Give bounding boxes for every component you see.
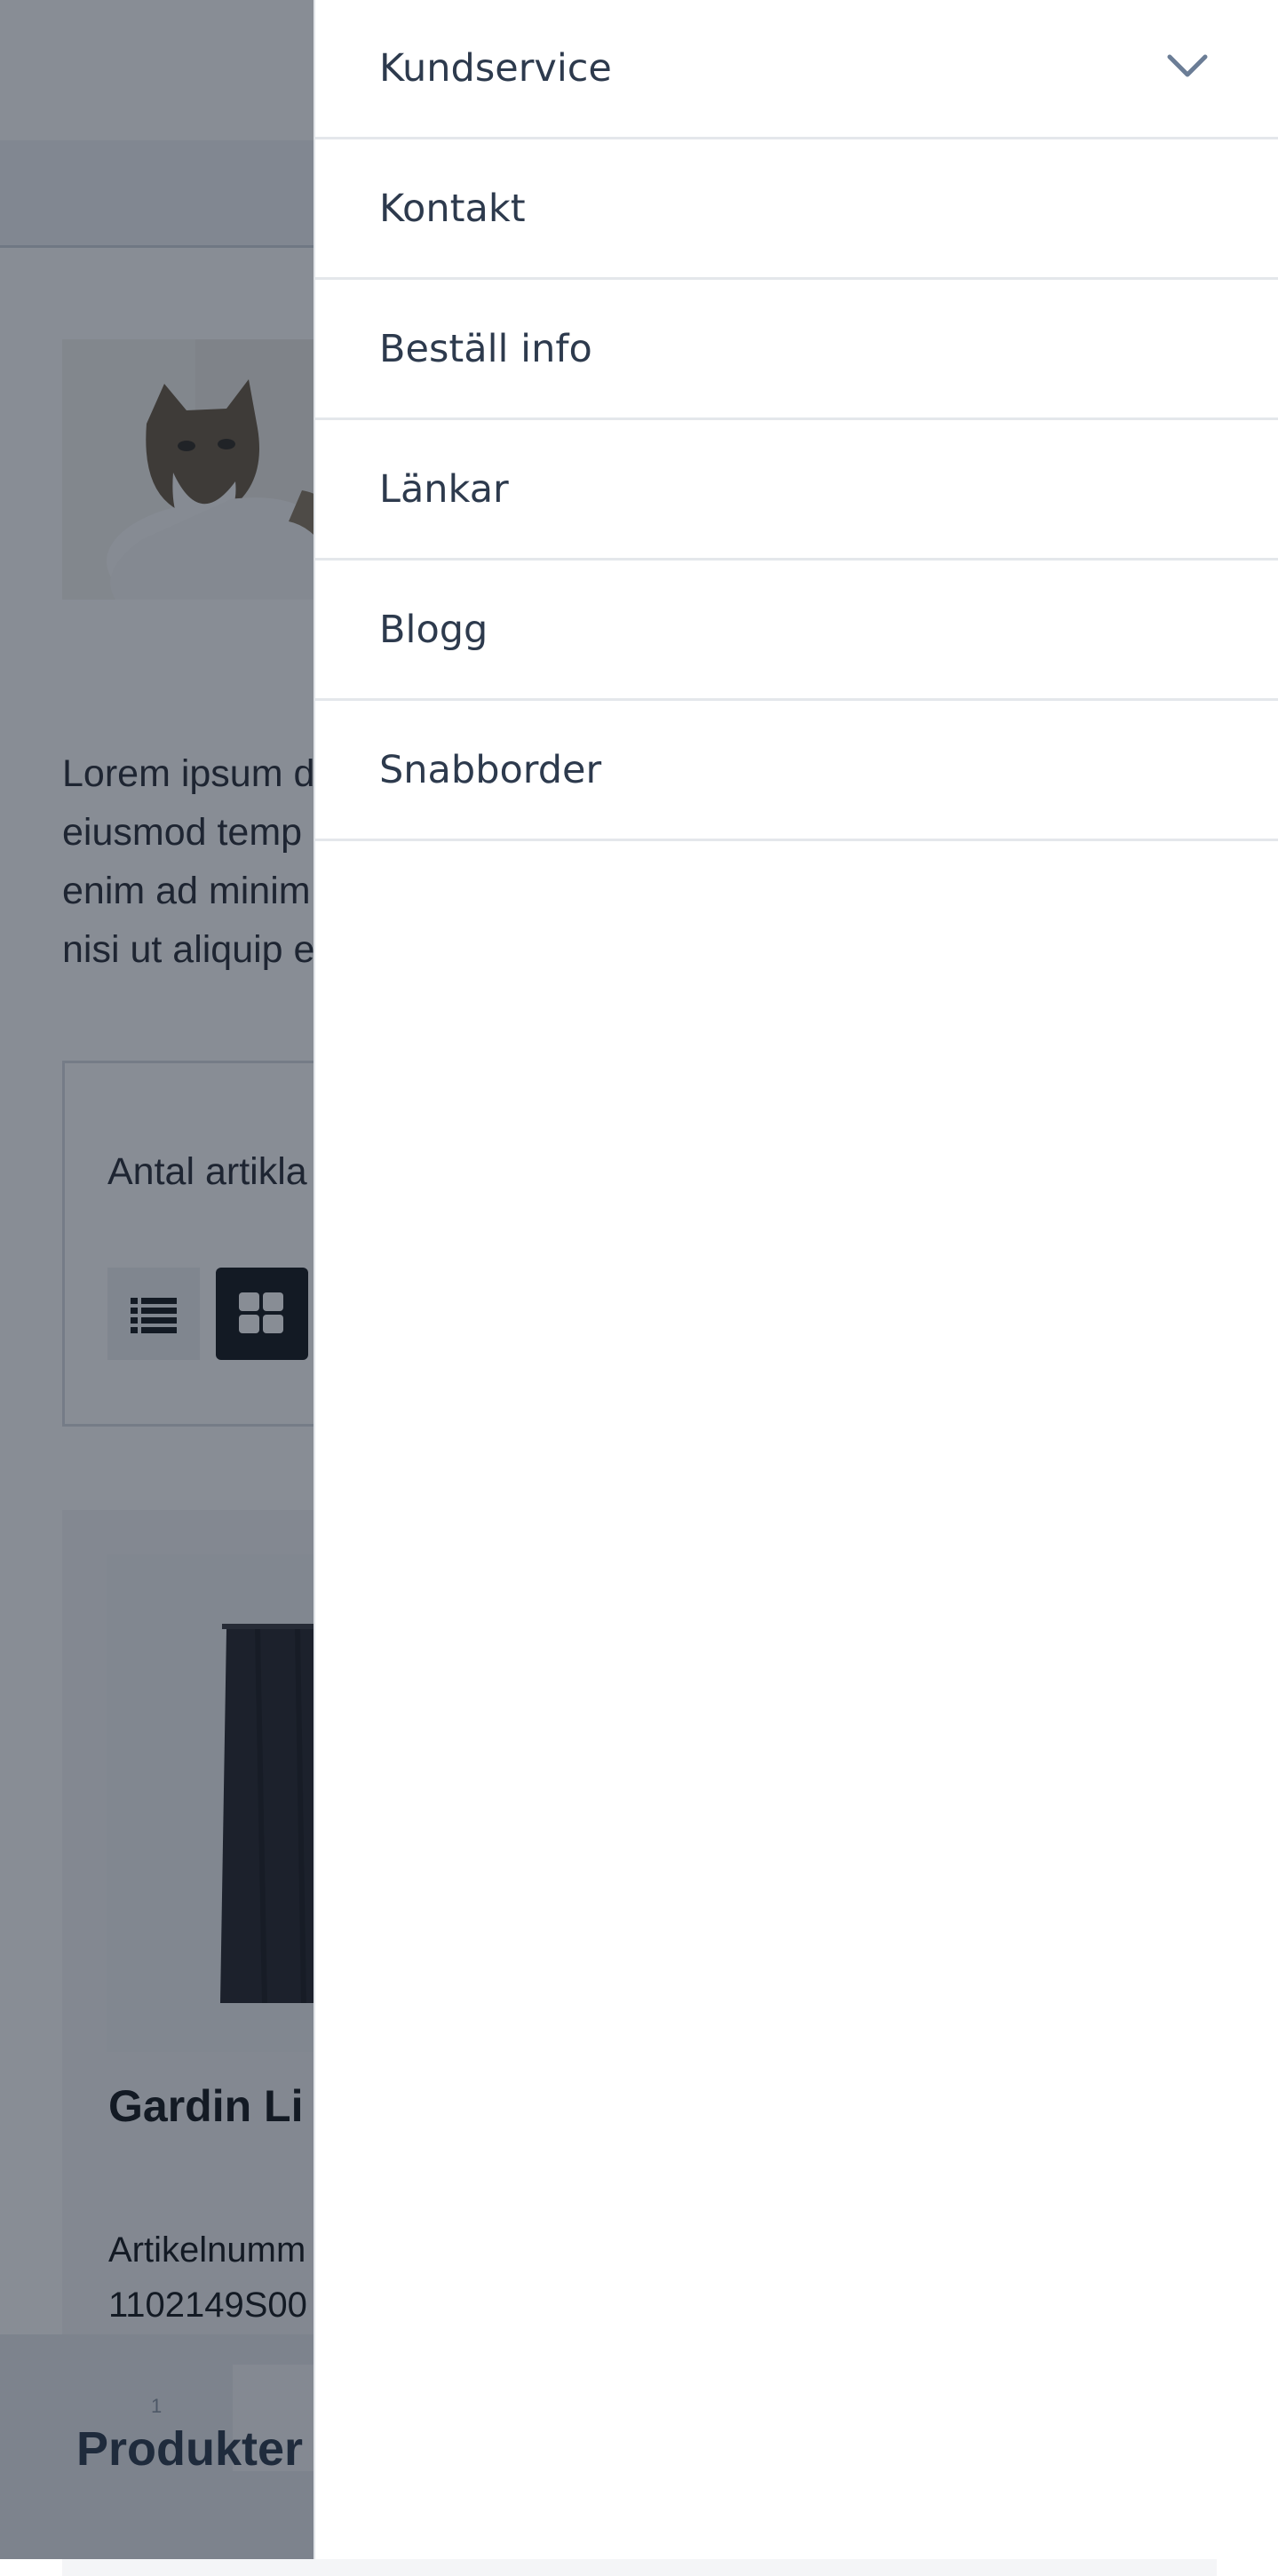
drawer-item-label: Blogg: [379, 607, 488, 652]
drawer-item-lankar[interactable]: Länkar: [315, 420, 1278, 561]
drawer-item-kundservice[interactable]: Kundservice: [315, 0, 1278, 139]
drawer-item-label: Länkar: [379, 466, 509, 512]
drawer-item-label: Beställ info: [379, 326, 592, 371]
navigation-drawer: Kundservice Kontakt Beställ info Länkar …: [314, 0, 1278, 2559]
drawer-item-label: Kundservice: [379, 46, 612, 91]
chevron-down-icon[interactable]: [1166, 48, 1209, 83]
drawer-item-label: Snabborder: [379, 747, 602, 792]
drawer-item-kontakt[interactable]: Kontakt: [315, 139, 1278, 280]
drawer-item-blogg[interactable]: Blogg: [315, 561, 1278, 701]
drawer-item-bestall-info[interactable]: Beställ info: [315, 280, 1278, 420]
drawer-item-snabborder[interactable]: Snabborder: [315, 701, 1278, 841]
drawer-item-label: Kontakt: [379, 186, 526, 231]
